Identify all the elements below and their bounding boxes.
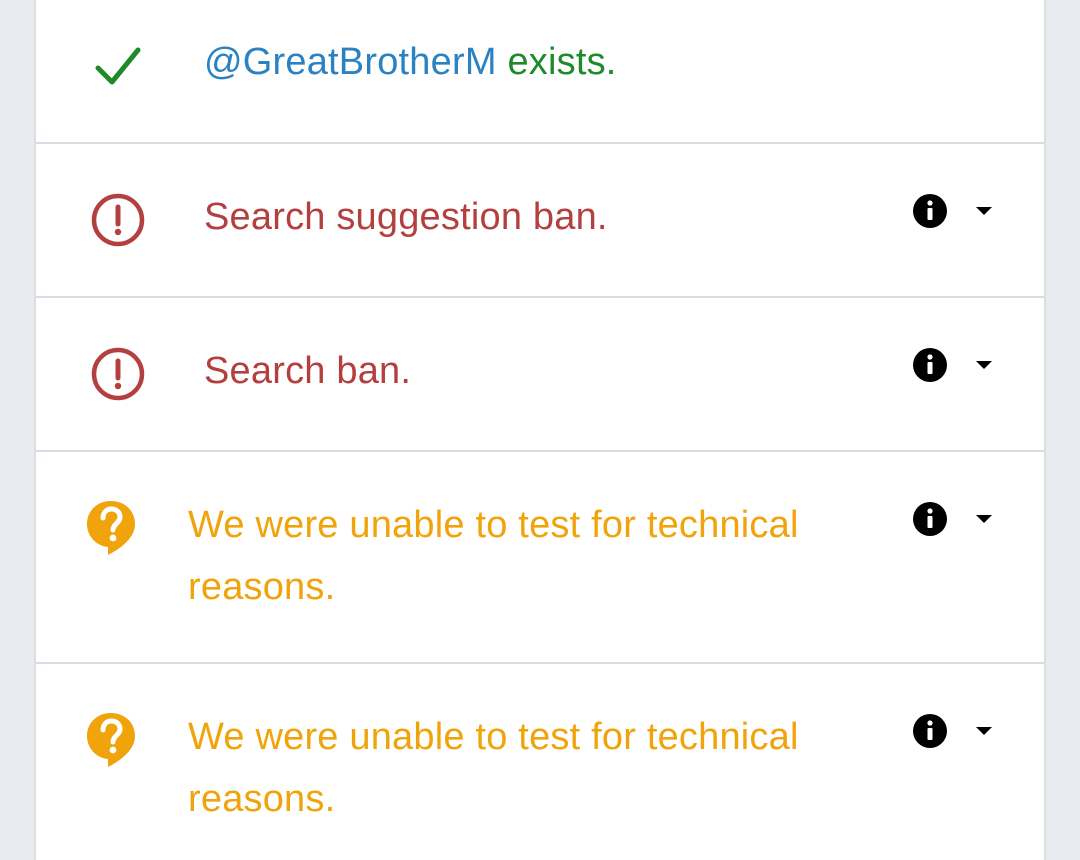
result-text-line-2: reasons.: [188, 778, 336, 820]
result-row-search-ban: Search ban.: [36, 298, 1044, 452]
result-text-user-exists: @GreatBrotherM exists.: [204, 31, 617, 93]
caret-down-icon[interactable]: [974, 513, 994, 525]
checkmark-icon: [88, 36, 148, 96]
result-text-search-suggestion-ban: Search suggestion ban.: [204, 196, 608, 238]
alert-circle-icon: [88, 344, 148, 404]
caret-down-icon[interactable]: [974, 205, 994, 217]
result-text-search-ban: Search ban.: [204, 350, 412, 392]
result-text-unable-to-test: We were unable to test for technical rea…: [188, 706, 799, 830]
user-handle[interactable]: @GreatBrotherM: [204, 41, 497, 83]
info-icon[interactable]: [912, 713, 948, 749]
result-row-search-suggestion-ban: Search suggestion ban.: [36, 144, 1044, 298]
result-text-line-1: We were unable to test for technical: [188, 504, 799, 546]
result-text-line-1: We were unable to test for technical: [188, 716, 799, 758]
result-text-line-2: reasons.: [188, 566, 336, 608]
question-bubble-icon: [84, 710, 138, 770]
caret-down-icon[interactable]: [974, 359, 994, 371]
question-bubble-icon: [84, 498, 138, 558]
result-row-unable-to-test: We were unable to test for technical rea…: [36, 664, 1044, 860]
info-icon[interactable]: [912, 501, 948, 537]
result-row-user-exists: @GreatBrotherM exists.: [36, 0, 1044, 144]
result-text-unable-to-test: We were unable to test for technical rea…: [188, 494, 799, 618]
info-icon[interactable]: [912, 347, 948, 383]
shadowban-results-card: @GreatBrotherM exists. Search suggestion…: [34, 0, 1046, 860]
info-icon[interactable]: [912, 193, 948, 229]
result-row-unable-to-test: We were unable to test for technical rea…: [36, 452, 1044, 664]
caret-down-icon[interactable]: [974, 725, 994, 737]
alert-circle-icon: [88, 190, 148, 250]
exists-label: exists.: [496, 41, 617, 83]
